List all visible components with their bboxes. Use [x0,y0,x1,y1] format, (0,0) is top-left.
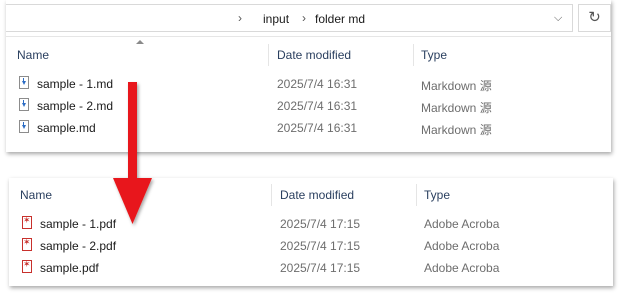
red-down-arrow-icon [113,82,152,224]
